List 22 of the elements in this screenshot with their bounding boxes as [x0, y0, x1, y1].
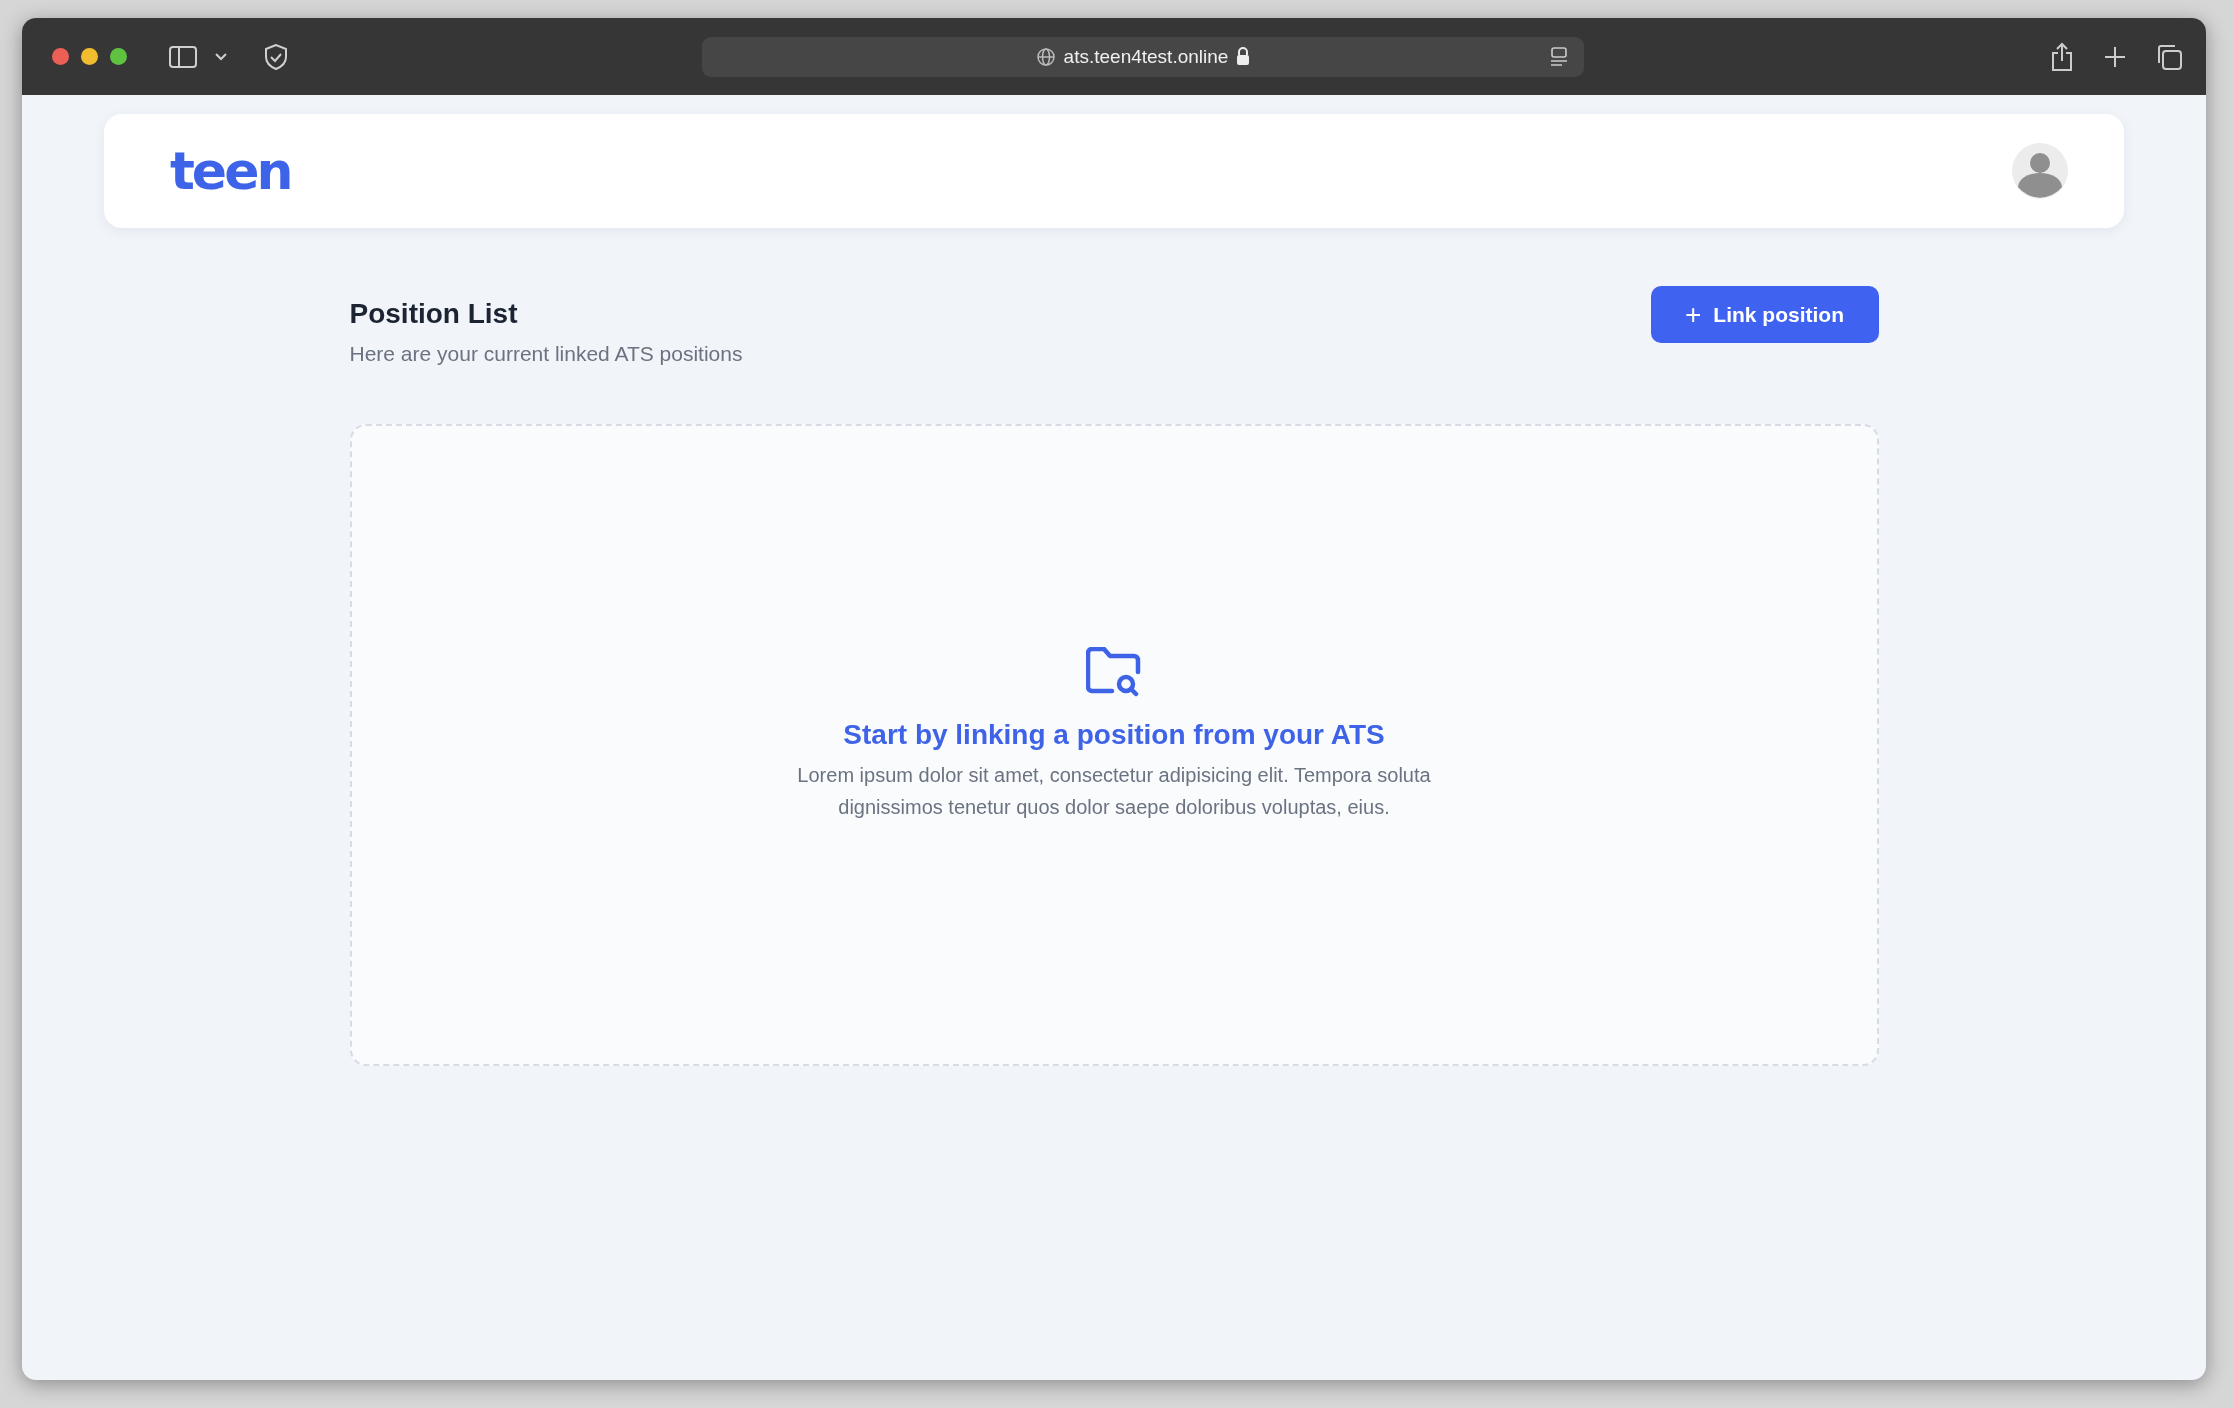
shield-icon[interactable]	[263, 42, 289, 71]
empty-state-title: Start by linking a position from your ATS	[843, 719, 1385, 751]
sidebar-icon[interactable]	[169, 45, 197, 68]
chevron-down-icon[interactable]	[215, 52, 227, 61]
avatar-icon[interactable]	[2012, 143, 2068, 199]
address-bar[interactable]: ats.teen4test.online	[702, 36, 1584, 77]
folder-search-icon	[1086, 647, 1142, 697]
page-title: Position List	[349, 298, 519, 330]
empty-state-text: Lorem ipsum dolor sit amet, consectetur adipisicing elit. Tempora soluta dignissimos tenetur quos dolor saepe doloribus voluptas, eius.	[796, 763, 1432, 820]
close-window-icon[interactable]	[52, 48, 69, 65]
maximize-window-icon[interactable]	[110, 48, 127, 65]
share-icon[interactable]	[2050, 41, 2074, 72]
reader-icon[interactable]	[1550, 46, 1568, 67]
logo[interactable]: teen	[170, 141, 291, 201]
link-position-button[interactable]: + Link position	[1650, 286, 1879, 343]
page-subtitle: Here are your current linked ATS positions	[349, 342, 743, 366]
globe-icon	[1035, 46, 1056, 67]
tabs-icon[interactable]	[2156, 43, 2182, 70]
lock-icon	[1236, 47, 1251, 66]
url-text: ats.teen4test.online	[1063, 45, 1229, 68]
plus-icon[interactable]	[2104, 45, 2126, 68]
minimize-window-icon[interactable]	[81, 48, 98, 65]
